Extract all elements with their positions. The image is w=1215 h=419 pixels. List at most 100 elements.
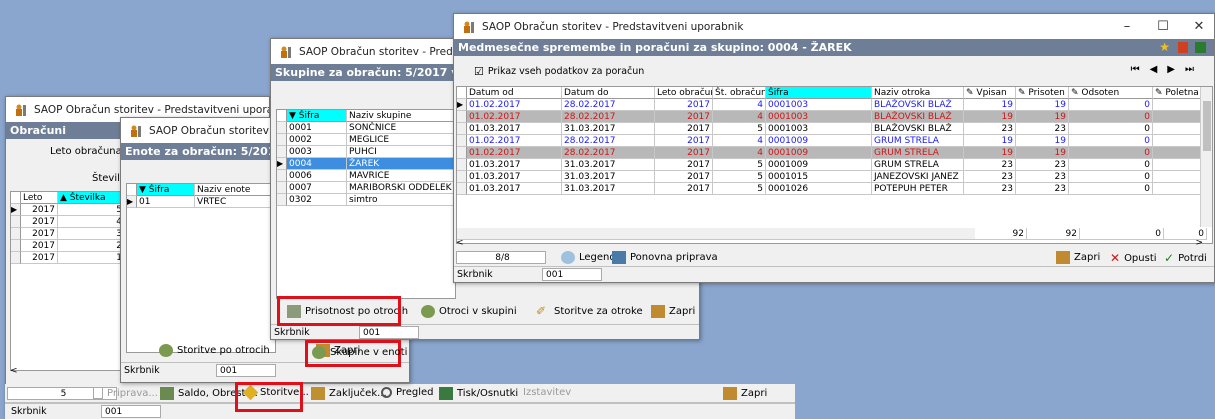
- legend-icon: [561, 251, 575, 264]
- door-icon: [1056, 251, 1070, 264]
- checkmark-icon: ✓: [1164, 251, 1175, 265]
- col-stevilka[interactable]: ▲ Številka: [58, 192, 124, 204]
- skrbnik-field: 001: [542, 268, 602, 281]
- skupine-grid[interactable]: ▼ Šifra Naziv skupine 0001 SONČNICE 0002 M…: [276, 109, 456, 299]
- table-row[interactable]: ▶20175: [11, 204, 124, 216]
- col-st-obracuna[interactable]: Št. obračuna: [713, 87, 766, 99]
- export-icon[interactable]: [1178, 42, 1188, 53]
- table-row[interactable]: ▶ 01 VRTEC: [127, 196, 275, 208]
- title-bar[interactable]: SAOP Obračun storitev - Predstavitveni u…: [454, 14, 1214, 39]
- table-row[interactable]: 0006 MAVRICE: [277, 170, 455, 182]
- opusti-button[interactable]: ✕ Opusti: [1110, 251, 1157, 265]
- table-row[interactable]: 01.02.2017 28.02.2017 2017 4 0001003 BLAŽOVSK…: [457, 111, 1212, 123]
- table-row[interactable]: 01.03.2017 31.03.2017 2017 5 0001003 BLAŽOVSK…: [457, 123, 1212, 135]
- col-vpisan[interactable]: ✎ Vpisan: [964, 87, 1016, 99]
- ponovna-priprava-button[interactable]: Ponovna priprava: [612, 251, 718, 264]
- skrbnik-label: Skrbnik: [11, 406, 47, 417]
- checkbox-checked-icon: ☑: [474, 65, 484, 78]
- priprava-button[interactable]: Priprava...: [93, 387, 158, 399]
- skrbnik-label: Skrbnik: [124, 365, 160, 376]
- col-leto-obracuna[interactable]: Leto obračuna: [655, 87, 713, 99]
- tisk-button[interactable]: Tisk/Osnutki: [439, 387, 518, 400]
- col-leto[interactable]: Leto: [21, 192, 58, 204]
- window-title: SAOP Obračun storitev - Predstavitveni u…: [482, 20, 744, 33]
- close-period-icon: [311, 387, 325, 400]
- zapri-button[interactable]: Zapri: [1056, 251, 1100, 264]
- hscroll[interactable]: < >: [456, 238, 1213, 248]
- col-naziv-otroka[interactable]: Naziv otroka: [872, 87, 964, 99]
- col-sifra[interactable]: ▼ Šifra: [287, 110, 347, 122]
- calculator-icon: [160, 387, 174, 400]
- record-navigator: ⏮◀▶⏭: [1131, 64, 1204, 75]
- storitve-za-otroke-button[interactable]: ✐ Storitve za otroke: [536, 305, 643, 318]
- main-toolbar: 5 Priprava... Saldo, Obresti... Storitve…: [5, 384, 795, 403]
- next-record-icon[interactable]: ▶: [1167, 64, 1185, 75]
- table-row[interactable]: 01.03.2017 31.03.2017 2017 5 0001026 POTEPUH …: [457, 183, 1212, 195]
- col-datum-od[interactable]: Datum od: [467, 87, 562, 99]
- panel-header: Medmesečne spremembe in poračuni za skup…: [454, 39, 1214, 56]
- table-row[interactable]: 20173: [11, 228, 124, 240]
- scroll-left-icon[interactable]: <: [456, 238, 464, 248]
- last-record-icon[interactable]: ⏭: [1185, 64, 1204, 75]
- vscroll-thumb[interactable]: [1203, 101, 1211, 151]
- obracuni-grid[interactable]: Leto ▲ Številka ▶20175 20174 20173 20172…: [10, 191, 125, 371]
- favorite-star-icon[interactable]: ★: [1159, 39, 1170, 56]
- document-icon: [93, 387, 103, 399]
- zapri-button[interactable]: Zapri: [651, 305, 695, 318]
- pregled-button[interactable]: Pregled: [381, 387, 434, 398]
- table-row-selected[interactable]: ▶ 0004 ŽAREK: [277, 158, 455, 170]
- skrbnik-statusbar: Skrbnik 001: [5, 403, 795, 419]
- skrbnik-field: 001: [359, 326, 419, 339]
- table-row[interactable]: 0001 SONČNICE: [277, 122, 455, 134]
- scroll-right-icon[interactable]: >: [1195, 238, 1203, 248]
- magnifier-icon: [381, 387, 392, 398]
- minimize-icon[interactable]: –: [1112, 19, 1142, 34]
- grid-header: Datum od Datum do Leto obračuna Št. obra…: [457, 87, 1212, 99]
- potrdi-button[interactable]: ✓ Potrdi: [1164, 251, 1207, 265]
- refresh-icon: [612, 251, 626, 264]
- table-row[interactable]: 01.02.2017 28.02.2017 2017 4 0001009 GRUM STR…: [457, 147, 1212, 159]
- window-medmesecne: SAOP Obračun storitev - Predstavitveni u…: [453, 13, 1215, 283]
- col-prisoten[interactable]: ✎ Prisoten: [1016, 87, 1069, 99]
- callout-storitve: [235, 382, 303, 412]
- table-row[interactable]: ▶ 01.02.2017 28.02.2017 2017 4 0001003 BLAŽOVS…: [457, 99, 1212, 111]
- table-row[interactable]: 0007 MARIBORSKI ODDELEK: [277, 182, 455, 194]
- izstavitev-button[interactable]: Izstavitev: [523, 387, 571, 398]
- table-row[interactable]: 0002 MEGLICE: [277, 134, 455, 146]
- col-sifra[interactable]: ▼ Šifra: [137, 184, 195, 196]
- prev-record-icon[interactable]: ◀: [1150, 64, 1168, 75]
- table-row[interactable]: 20171: [11, 252, 124, 264]
- grid-header: ▼ Šifra Naziv skupine: [277, 110, 455, 122]
- status-bar: Skrbnik 001: [271, 324, 699, 339]
- hscroll-left-icon[interactable]: <: [10, 366, 18, 376]
- col-datum-do[interactable]: Datum do: [562, 87, 655, 99]
- table-row[interactable]: 01.03.2017 31.03.2017 2017 5 0001015 JANEZOVS…: [457, 171, 1212, 183]
- table-row[interactable]: 20174: [11, 216, 124, 228]
- storitve-po-otrocih-button[interactable]: Storitve po otrocih: [159, 344, 270, 357]
- col-naziv-skupine[interactable]: Naziv skupine: [347, 110, 455, 122]
- table-row[interactable]: 20172: [11, 240, 124, 252]
- zapri-button[interactable]: Zapri: [723, 387, 767, 400]
- col-sifra[interactable]: Šifra: [766, 87, 872, 99]
- book-icon[interactable]: [1195, 42, 1206, 53]
- close-icon[interactable]: ✕: [1184, 19, 1214, 34]
- window-title: SAOP Obračun storitev - Predstavitveni u…: [34, 103, 269, 116]
- table-row[interactable]: 01.03.2017 31.03.2017 2017 5 0001009 GRUM STR…: [457, 159, 1212, 171]
- zakljucek-button[interactable]: Zaključek...: [311, 387, 387, 400]
- first-record-icon[interactable]: ⏮: [1131, 64, 1150, 75]
- vscroll[interactable]: [1200, 87, 1212, 227]
- saop-logo-icon: [16, 104, 26, 116]
- cross-icon: ✕: [1110, 251, 1121, 265]
- otroci-v-skupini-button[interactable]: Otroci v skupini: [421, 305, 517, 318]
- spremembe-grid[interactable]: Datum od Datum do Leto obračuna Št. obra…: [456, 86, 1213, 244]
- skupine-v-enoti-button[interactable]: Skupine v enoti: [312, 346, 407, 359]
- table-row[interactable]: 01.02.2017 28.02.2017 2017 4 0001009 GRUM STR…: [457, 135, 1212, 147]
- col-odsoten[interactable]: ✎ Odsoten: [1069, 87, 1153, 99]
- table-row[interactable]: 0003 PUHCI: [277, 146, 455, 158]
- maximize-icon[interactable]: ☐: [1148, 19, 1178, 34]
- enote-grid[interactable]: ▼ Šifra Naziv enote ▶ 01 VRTEC: [126, 183, 276, 353]
- table-row[interactable]: 0302 simtro: [277, 194, 455, 206]
- prikaz-checkbox[interactable]: ☑ Prikaz vseh podatkov za poračun: [474, 65, 644, 78]
- col-naziv-enote[interactable]: Naziv enote: [195, 184, 275, 196]
- skrbnik-field: 001: [216, 364, 276, 377]
